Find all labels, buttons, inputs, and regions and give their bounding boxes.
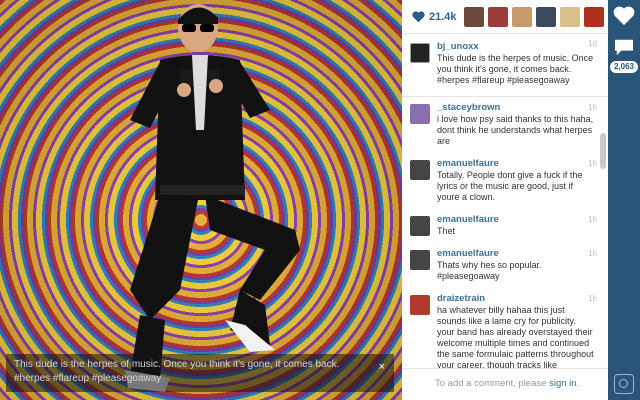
comment-item: emanuelfaure Thats why hes so popular. #… (402, 243, 608, 288)
comment-username[interactable]: draizetrain (437, 293, 595, 304)
avatar[interactable] (410, 250, 430, 270)
action-sidebar: 2,063 (608, 0, 640, 400)
avatar[interactable] (410, 104, 430, 124)
comment-time: 1h (588, 294, 597, 303)
comment-item: _staceybrown i love how psy said thanks … (402, 97, 608, 153)
comments-list[interactable]: bj_unoxx This dude is the herpes of musi… (402, 33, 608, 368)
comment-time: 1h (588, 103, 597, 112)
comment-text: This dude is the herpes of music. Once y… (437, 53, 594, 85)
avatar[interactable] (410, 295, 430, 315)
instagram-camera-icon[interactable] (614, 374, 634, 394)
avatar[interactable] (410, 216, 430, 236)
avatar[interactable] (410, 160, 430, 180)
avatar[interactable] (410, 43, 430, 63)
liker-avatar[interactable] (464, 6, 485, 27)
comment-text: Thet (437, 226, 456, 236)
liker-avatar[interactable] (536, 6, 557, 27)
comment-time: 1h (588, 249, 597, 258)
liker-avatar[interactable] (560, 6, 581, 27)
comment-text: ha whatever billy hahaa this just sounds… (437, 305, 594, 368)
comment-username[interactable]: bj_unoxx (437, 41, 595, 52)
comment-username[interactable]: emanuelfaure (437, 248, 595, 259)
post-photo[interactable]: This dude is the herpes of music. Once y… (0, 0, 402, 400)
comment-item: draizetrain ha whatever billy hahaa this… (402, 288, 608, 368)
comment-text: Totally. People dont give a fuck if the … (437, 170, 583, 202)
comment-username[interactable]: _staceybrown (437, 102, 595, 113)
comment-time: 1h (588, 215, 597, 224)
comment-username[interactable]: emanuelfaure (437, 158, 595, 169)
heart-icon[interactable] (412, 10, 425, 23)
dancing-man-figure (125, 4, 300, 392)
liker-avatar[interactable] (488, 6, 509, 27)
caption-comment: bj_unoxx This dude is the herpes of musi… (402, 33, 608, 97)
sign-in-link[interactable]: sign in (549, 378, 576, 389)
photo-caption-text: This dude is the herpes of music. Once y… (14, 359, 340, 384)
comment-count-badge: 2,063 (610, 61, 638, 73)
liker-avatar[interactable] (584, 6, 605, 27)
comment-text: i love how psy said thanks to this haha,… (437, 114, 594, 146)
photo-caption-overlay: This dude is the herpes of music. Once y… (6, 354, 394, 392)
like-heart-icon[interactable] (613, 6, 635, 26)
comments-scrollbar[interactable] (600, 133, 606, 169)
comment-text: Thats why hes so popular. #pleasegoaway (437, 260, 542, 281)
comment-username[interactable]: emanuelfaure (437, 214, 595, 225)
add-comment-suffix: . (576, 378, 580, 389)
add-comment-bar: To add a comment, please sign in. (402, 368, 608, 400)
likes-count: 21.4k (428, 10, 457, 23)
liker-avatar[interactable] (512, 6, 533, 27)
comment-item: emanuelfaure Thet 1h (402, 209, 608, 243)
comment-time: 1h (588, 159, 597, 168)
add-comment-prompt: To add a comment, please (435, 378, 550, 389)
comments-panel: 21.4k bj_unoxx This dude is the herpes o… (402, 0, 608, 400)
likes-row: 21.4k (402, 0, 608, 34)
comment-item: emanuelfaure Totally. People dont give a… (402, 153, 608, 209)
comment-bubble-icon[interactable] (613, 38, 635, 56)
comment-time: 1d (588, 39, 597, 48)
close-icon[interactable]: × (379, 360, 385, 374)
